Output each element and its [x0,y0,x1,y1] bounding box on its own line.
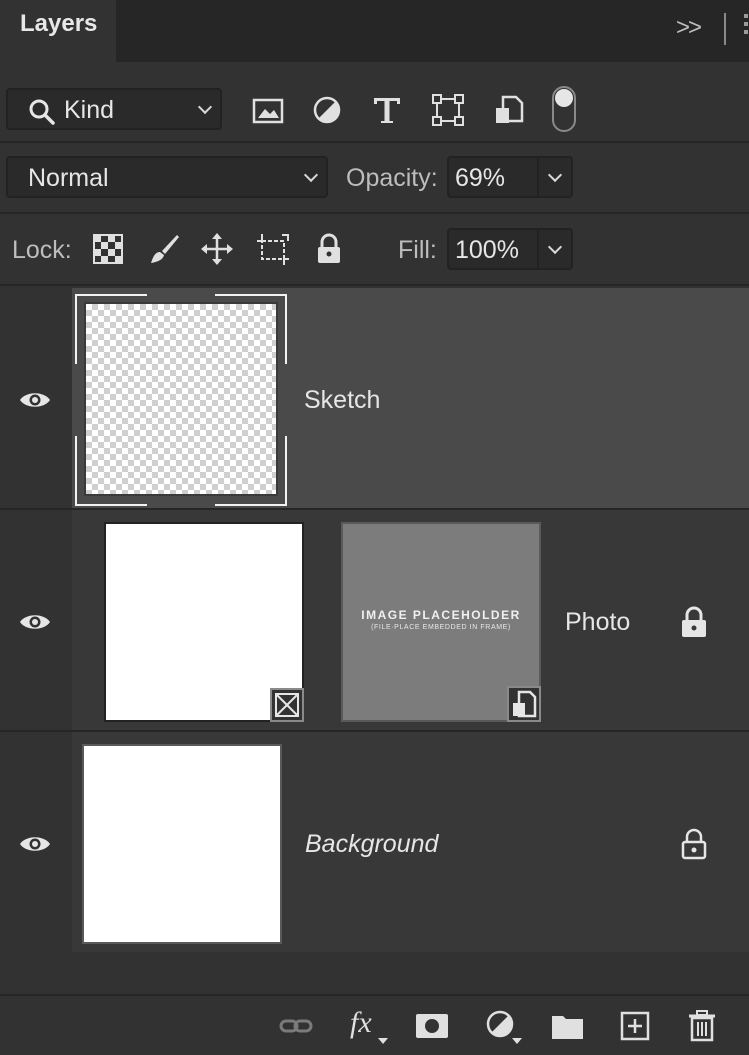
blend-row: Normal Opacity: 69% [0,142,749,212]
tab-layers-label: Layers [20,10,98,37]
type-filter-icon[interactable] [369,92,405,128]
frame-badge-icon [270,688,304,722]
opacity-label: Opacity: [346,164,438,192]
opacity-field[interactable]: 69% [447,156,573,198]
layer-name-sketch[interactable]: Sketch [304,386,380,415]
add-mask-icon[interactable] [414,1010,450,1042]
layer-name-background[interactable]: Background [305,830,438,859]
fill-field[interactable]: 100% [447,228,573,270]
fill-value[interactable]: 100% [455,236,519,265]
eye-icon[interactable] [18,388,52,412]
layer-row-background[interactable]: Background [0,732,749,952]
chevron-down-icon [197,99,213,115]
layer-row-photo[interactable]: IMAGE PLACEHOLDER (FILE·PLACE EMBEDDED I… [0,510,749,730]
menu-triangle-icon [512,1038,522,1044]
smart-object-filter-icon[interactable] [491,92,527,128]
collapse-panel-button[interactable]: >> [676,14,702,42]
menu-triangle-icon [378,1038,388,1044]
filter-toggle[interactable] [552,86,576,132]
tab-layers[interactable]: Layers [0,0,116,62]
layers-footer: fx [0,994,749,1055]
opacity-dropdown-chevron-icon[interactable] [547,167,563,183]
eye-icon[interactable] [18,610,52,634]
chevron-down-icon [303,167,319,183]
lock-icon[interactable] [680,606,708,638]
filter-toggle-knob [555,89,573,107]
lock-all-icon[interactable] [312,232,346,266]
selection-brackets [75,294,287,506]
smart-object-badge-icon [507,686,541,722]
lock-label: Lock: [12,236,72,264]
blend-mode-value: Normal [28,164,109,192]
adjustment-circle-icon [486,1010,514,1038]
fill-label: Fill: [398,236,437,264]
placeholder-subtitle: (FILE·PLACE EMBEDDED IN FRAME) [371,624,511,631]
layer-thumbnail-white[interactable] [82,744,282,944]
fx-label: fx [350,1006,372,1039]
panel-menu-icon[interactable] [740,14,749,44]
adjustment-filter-icon[interactable] [309,92,345,128]
layer-name-photo[interactable]: Photo [565,608,630,637]
blend-mode-dropdown[interactable]: Normal [6,156,328,198]
tab-separator [724,13,726,45]
adjustment-layer-icon[interactable] [484,1008,524,1048]
lock-transparent-pixels-icon[interactable] [91,232,125,266]
visibility-column [0,288,72,508]
field-divider [537,158,539,196]
layer-body: IMAGE PLACEHOLDER (FILE·PLACE EMBEDDED I… [72,510,749,730]
new-group-icon[interactable] [550,1010,586,1042]
image-filter-icon[interactable] [250,92,286,128]
delete-icon[interactable] [684,1010,720,1042]
panel-tab-bar: Layers >> [0,0,749,62]
opacity-value[interactable]: 69% [455,164,505,193]
smart-object-icon [513,690,537,718]
lock-row: Lock: Fill: 100% [0,214,749,284]
frame-icon [275,693,299,717]
lock-icon[interactable] [680,828,708,860]
field-divider [537,230,539,268]
layer-row-sketch[interactable]: Sketch [0,288,749,508]
divider [0,284,749,286]
filter-row: Kind [0,74,749,138]
new-layer-icon[interactable] [617,1010,653,1042]
search-icon [29,99,55,125]
lock-position-icon[interactable] [200,232,234,266]
fill-dropdown-chevron-icon[interactable] [547,239,563,255]
link-layers-icon[interactable] [278,1010,314,1042]
placeholder-title: IMAGE PLACEHOLDER [361,608,521,622]
layer-body: Sketch [72,288,749,508]
shape-filter-icon[interactable] [430,92,466,128]
kind-filter-label: Kind [64,96,115,124]
eye-icon[interactable] [18,832,52,856]
layer-body: Background [72,732,749,952]
kind-filter-dropdown[interactable]: Kind [6,88,222,130]
visibility-column [0,732,72,952]
fx-icon[interactable]: fx [350,1006,390,1046]
lock-image-pixels-icon[interactable] [147,232,181,266]
lock-artboard-icon[interactable] [256,232,290,266]
visibility-column [0,510,72,730]
